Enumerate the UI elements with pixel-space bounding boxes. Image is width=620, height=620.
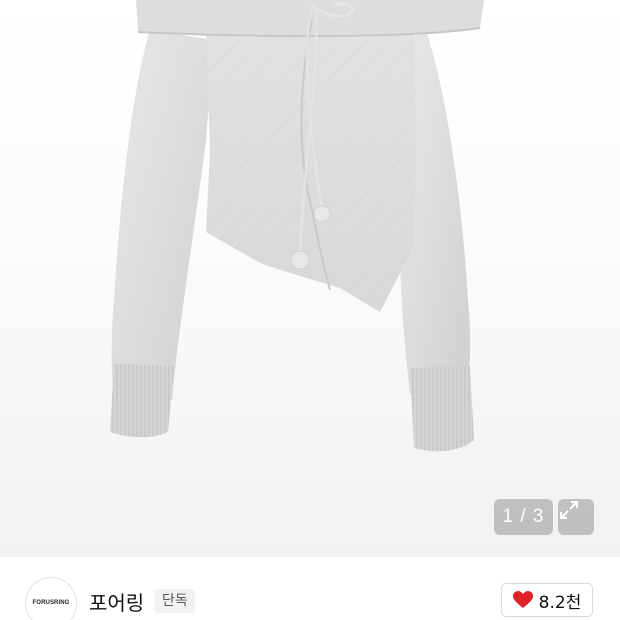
expand-image-button[interactable] xyxy=(558,499,594,535)
exclusive-badge: 단독 xyxy=(155,589,195,613)
store-name[interactable]: 포어링 xyxy=(89,587,144,616)
store-logo[interactable]: FORUSRING xyxy=(25,577,77,620)
like-count: 8.2천 xyxy=(538,592,582,613)
product-image-gallery[interactable]: 1 / 3 xyxy=(0,0,620,557)
product-detail-page: 1 / 3 FORUSRING 포어링 단독 8.2천 xyxy=(0,0,620,620)
store-info-bar: FORUSRING 포어링 단독 8.2천 xyxy=(0,557,620,620)
store-logo-text: FORUSRING xyxy=(32,600,70,606)
product-image xyxy=(110,0,484,452)
heart-icon xyxy=(512,591,533,608)
like-button[interactable]: 8.2천 xyxy=(501,583,593,617)
image-counter: 1 / 3 xyxy=(494,499,553,535)
expand-arrows-icon xyxy=(560,501,578,519)
